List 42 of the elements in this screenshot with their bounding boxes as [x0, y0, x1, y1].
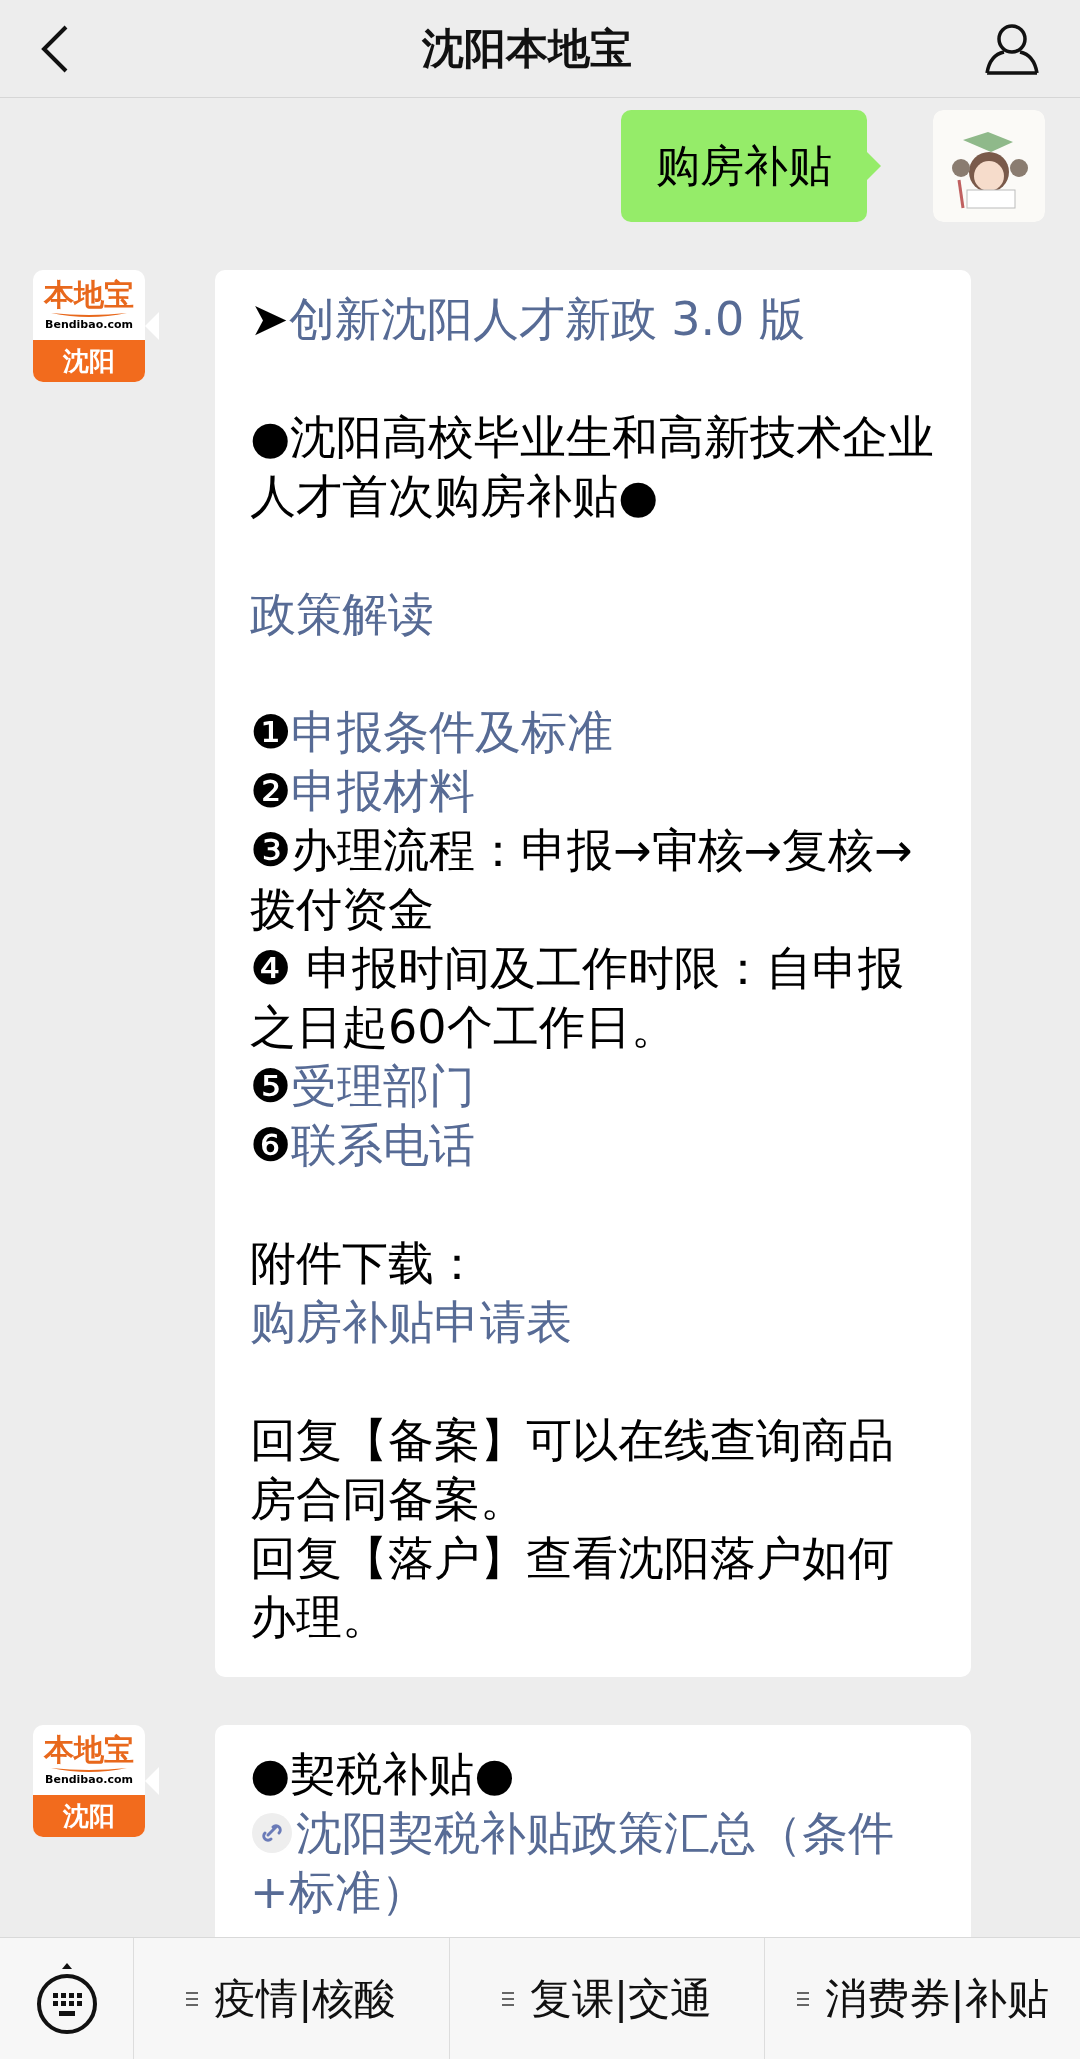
- message-text: ●契税补贴●: [250, 1746, 516, 1803]
- avatar[interactable]: 本地宝 Bendibao.com 沈阳: [33, 270, 145, 382]
- message-text: 附件下载：: [250, 1235, 481, 1292]
- message-text: ●沈阳高校毕业生和高新技术企业人才首次购房补贴●: [250, 409, 936, 525]
- menu-icon: [186, 1990, 199, 2007]
- link[interactable]: 沈阳契税补贴政策汇总（条件+标准）: [250, 1804, 936, 1922]
- menu-button[interactable]: 复课|交通: [449, 1938, 766, 2059]
- logo-text: 本地宝: [44, 279, 134, 311]
- profile-icon[interactable]: [984, 22, 1040, 75]
- menu-button[interactable]: 消费券|补贴: [765, 1938, 1080, 2059]
- bubble-tail: [145, 312, 159, 340]
- message-text: ❹ 申报时间及工作时限：自申报之日起60个工作日。: [250, 940, 905, 1056]
- list-item: ➤创新沈阳人才新政 3.0 版: [250, 291, 806, 348]
- list-item: ❶申报条件及标准: [250, 704, 615, 761]
- link[interactable]: 联系电话: [291, 1118, 476, 1172]
- message-text: 回复【备案】可以在线查询商品房合同备案。: [250, 1412, 895, 1528]
- link[interactable]: 受理部门: [291, 1059, 476, 1113]
- logo-subtext: Bendibao.com: [45, 319, 133, 331]
- link[interactable]: 政策解读: [250, 585, 936, 644]
- link[interactable]: 创新沈阳人才新政 3.0 版: [288, 292, 805, 346]
- message-text: 购房补贴: [656, 139, 832, 193]
- avatar[interactable]: [933, 110, 1045, 222]
- logo-subtext: Bendibao.com: [45, 1774, 133, 1786]
- avatar[interactable]: 本地宝 Bendibao.com 沈阳: [33, 1725, 145, 1837]
- list-item: ❻联系电话: [250, 1117, 477, 1174]
- message-text: ❸办理流程：申报→审核→复核→拨付资金: [250, 822, 914, 938]
- list-item: ❺受理部门: [250, 1058, 477, 1115]
- link[interactable]: 申报材料: [291, 764, 476, 818]
- menu-icon: [501, 1990, 514, 2007]
- link[interactable]: 购房补贴申请表: [250, 1293, 936, 1352]
- link-icon: [250, 1811, 294, 1855]
- message-text: 回复【落户】查看沈阳落户如何办理。: [250, 1530, 895, 1646]
- menu-button[interactable]: 疫情|核酸: [134, 1938, 450, 2059]
- menu-icon: [796, 1990, 809, 2007]
- bubble-tail: [145, 1767, 159, 1795]
- window-title: 沈阳本地宝: [422, 23, 632, 75]
- link[interactable]: 申报条件及标准: [291, 705, 614, 759]
- back-icon[interactable]: [40, 23, 70, 74]
- logo-text: 本地宝: [44, 1734, 134, 1766]
- list-item: ❷申报材料: [250, 763, 477, 820]
- city-label: 沈阳: [63, 1802, 115, 1830]
- city-label: 沈阳: [63, 347, 115, 375]
